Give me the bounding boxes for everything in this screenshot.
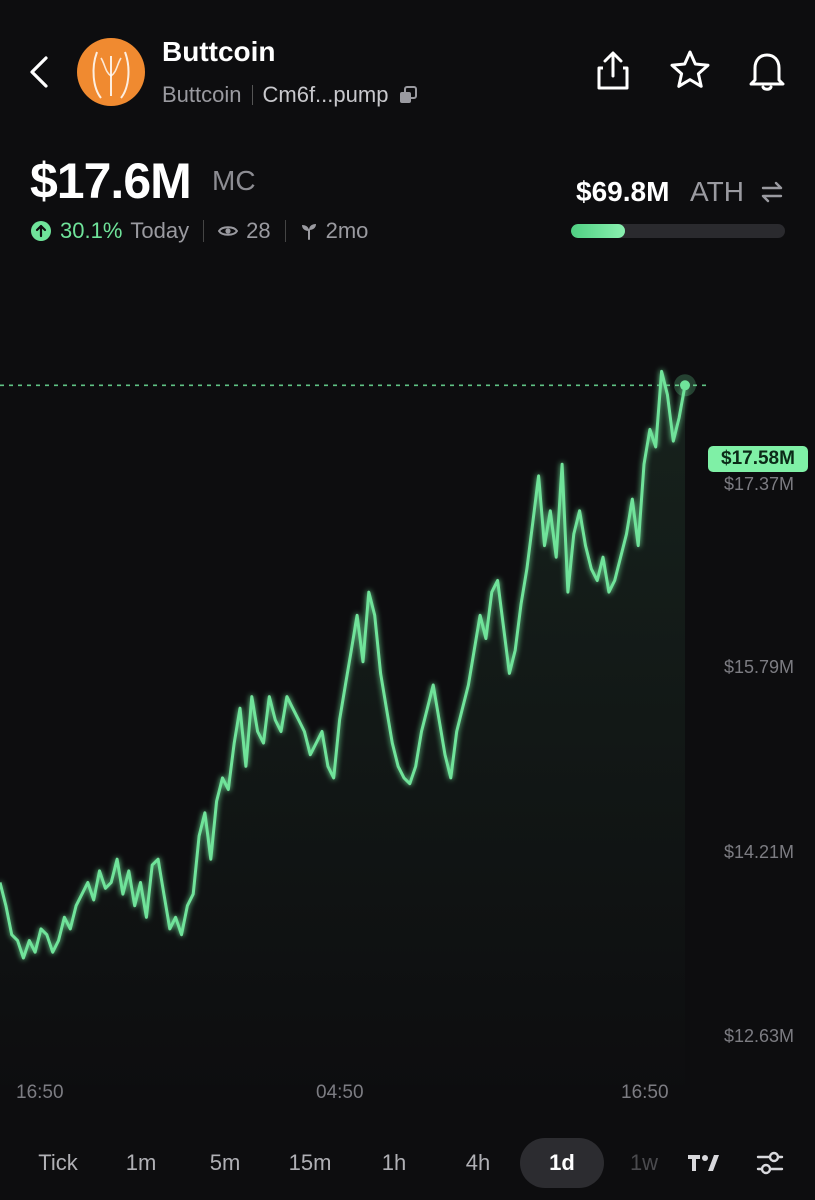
current-price-tag: $17.58M <box>708 446 808 472</box>
token-symbol: Buttcoin <box>162 82 242 107</box>
timeframe-4h[interactable]: 4h <box>448 1138 508 1188</box>
divider <box>284 220 286 242</box>
divider <box>203 220 205 242</box>
y-axis-tick-label: $17.37M <box>724 474 795 494</box>
timeframe-tick[interactable]: Tick <box>22 1138 94 1188</box>
timeframe-15m[interactable]: 15m <box>276 1138 344 1188</box>
token-subtitle: Buttcoin Cm6f...pump <box>162 82 418 108</box>
market-cap-value: $17.6M <box>30 153 192 209</box>
y-axis-tick-label: $15.79M <box>724 657 795 677</box>
sprout-icon <box>301 224 316 240</box>
star-icon[interactable] <box>668 48 712 92</box>
avatar <box>77 38 145 106</box>
eye-icon <box>218 226 239 236</box>
ath-label: ATH <box>690 176 744 207</box>
y-axis-tick-label: $12.63M <box>724 1026 795 1046</box>
timeframe-selector: Tick 1m 5m 15m 1h 4h 1d 1w <box>0 1138 815 1188</box>
timeframe-1w[interactable]: 1w <box>624 1138 664 1188</box>
stats-row: 30.1% Today 28 2mo <box>30 218 368 244</box>
swap-icon[interactable] <box>758 178 786 206</box>
watchers-count: 28 <box>246 218 271 243</box>
market-cap-label: MC <box>212 165 256 196</box>
x-axis-tick-label: 16:50 <box>621 1082 669 1103</box>
token-age: 2mo <box>325 218 369 243</box>
price-area <box>0 371 685 1100</box>
arrow-up-circle-icon <box>31 221 51 241</box>
timeframe-1h[interactable]: 1h <box>364 1138 424 1188</box>
change-period: Today <box>130 218 190 243</box>
timeframe-1d[interactable]: 1d <box>520 1138 604 1188</box>
chevron-left-icon[interactable] <box>22 52 58 92</box>
x-axis-tick-label: 04:50 <box>316 1082 364 1103</box>
settings-sliders-icon[interactable] <box>756 1150 784 1176</box>
x-axis-tick-label: 16:50 <box>16 1082 64 1103</box>
price-chart[interactable] <box>0 260 815 1100</box>
share-icon[interactable] <box>591 48 635 92</box>
ath-progress-fill <box>571 224 625 238</box>
tradingview-icon[interactable] <box>686 1151 720 1175</box>
bell-icon[interactable] <box>745 48 789 92</box>
token-name: Buttcoin <box>162 36 276 67</box>
timeframe-5m[interactable]: 5m <box>193 1138 257 1188</box>
divider <box>251 85 253 105</box>
y-axis-tick-label: $14.21M <box>724 842 795 862</box>
ath-progress-bar <box>571 224 785 238</box>
ath-value: $69.8M <box>576 176 670 207</box>
copy-icon[interactable] <box>398 85 418 105</box>
contract-address[interactable]: Cm6f...pump <box>263 82 389 108</box>
change-percent: 30.1% <box>60 218 123 243</box>
timeframe-1m[interactable]: 1m <box>110 1138 172 1188</box>
current-point <box>680 380 690 391</box>
